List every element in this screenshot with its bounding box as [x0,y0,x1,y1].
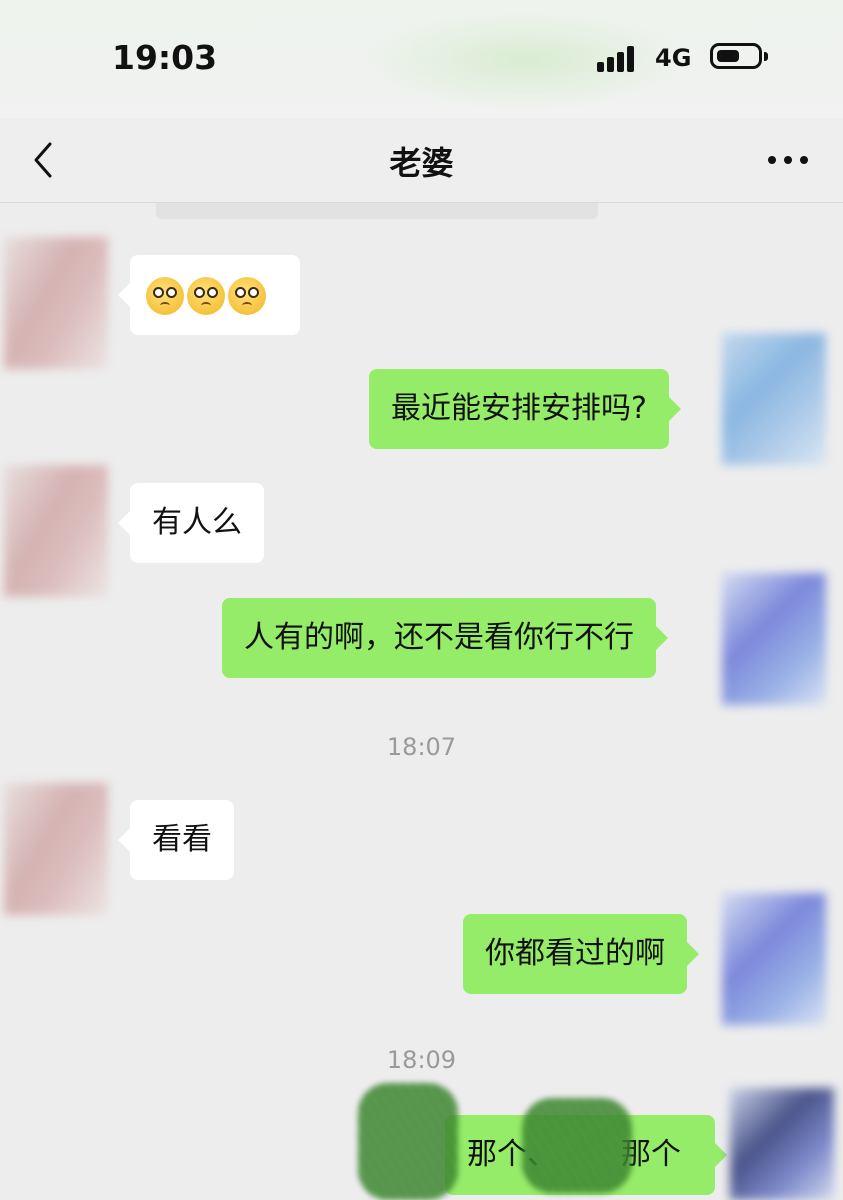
incoming-message-bubble[interactable]: 有人么 [118,483,264,563]
status-time: 19:03 [112,38,218,77]
message-timestamp: 18:07 [386,733,457,761]
message-text: 看看 [152,822,212,857]
outgoing-message-bubble[interactable]: 最近能安排安排吗? [369,369,681,449]
message-text: 你都看过的啊 [485,936,665,971]
self-avatar[interactable] [730,1088,834,1200]
message-text: 最近能安排安排吗? [391,391,647,426]
pleading-face-icon [228,276,266,315]
emoji-message [146,276,269,315]
battery-icon [710,43,768,69]
self-avatar[interactable] [722,333,826,465]
incoming-message-bubble[interactable]: 看看 [118,800,234,880]
chat-header: 老婆 [0,118,843,203]
incoming-message-bubble[interactable] [118,255,300,335]
pleading-face-icon [146,276,184,315]
network-type: 4G [655,44,692,72]
redaction-scribble [358,1083,458,1200]
redaction-scribble [522,1098,632,1193]
outgoing-message-bubble[interactable]: 你都看过的啊 [463,914,699,994]
self-avatar[interactable] [722,573,826,705]
contact-avatar[interactable] [4,465,108,597]
message-timestamp: 18:09 [386,1046,457,1074]
contact-avatar[interactable] [4,783,108,915]
more-options-button[interactable] [766,148,810,172]
message-text: 有人么 [152,505,242,540]
self-avatar[interactable] [722,893,826,1025]
contact-avatar[interactable] [4,237,108,369]
status-bar: 19:03 4G [0,0,843,118]
chat-title: 老婆 [389,144,454,182]
message-text: 人有的啊，还不是看你行不行 [244,620,634,655]
message-list[interactable]: 最近能安排安排吗? 有人么 人有的啊，还不是看你行不行 18:07 看看 你都看… [0,203,843,1200]
previous-message-bubble [156,203,598,219]
signal-strength-icon [597,44,641,72]
outgoing-message-bubble[interactable]: 人有的啊，还不是看你行不行 [222,598,668,678]
pleading-face-icon [187,276,225,315]
